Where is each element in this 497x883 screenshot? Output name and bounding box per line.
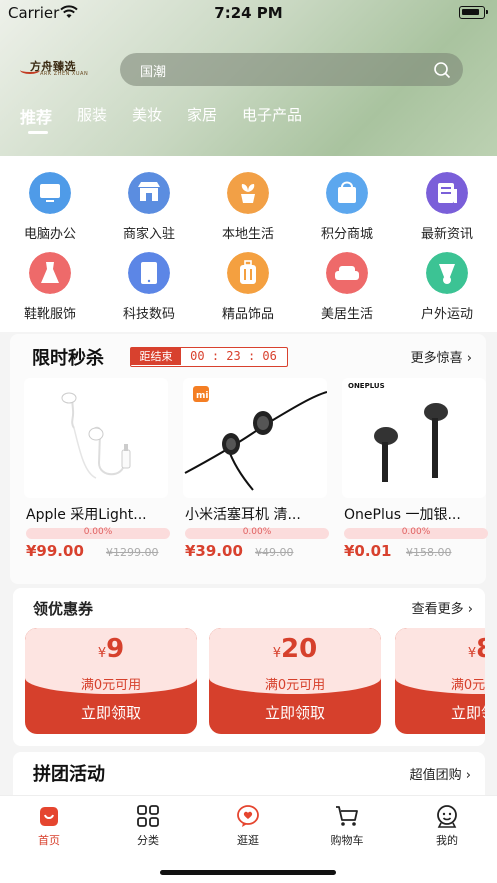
category-local-life[interactable]: 本地生活 bbox=[207, 156, 287, 242]
header: Carrier 7:24 PM 方舟臻选 ARK ZHEN XUAN 国潮 推荐… bbox=[0, 0, 497, 156]
product-card[interactable]: mi 小米活塞耳机 清... 0.00% ¥39.00 ¥49.00 bbox=[179, 378, 329, 588]
tab-recommend[interactable]: 推荐 bbox=[20, 104, 52, 128]
original-price: ¥158.00 bbox=[406, 546, 452, 559]
sale-price: ¥99.00 bbox=[26, 542, 84, 560]
coupons-title: 领优惠券 bbox=[33, 600, 94, 618]
tab-category[interactable]: 分类 bbox=[108, 802, 188, 847]
category-accessories[interactable]: 精品饰品 bbox=[207, 236, 287, 322]
sale-price: ¥0.01 bbox=[344, 542, 392, 560]
plant-icon bbox=[227, 172, 269, 214]
search-icon[interactable] bbox=[433, 61, 451, 79]
sale-progress-bar: 0.00% bbox=[344, 527, 488, 539]
sale-progress-bar: 0.00% bbox=[185, 527, 329, 539]
coupon-condition: 满0元可用 bbox=[450, 678, 485, 693]
tab-beauty[interactable]: 美妆 bbox=[132, 104, 162, 125]
claim-coupon-button[interactable]: 立即领取 bbox=[209, 702, 381, 723]
battery-icon bbox=[459, 6, 488, 19]
more-surprises-link[interactable]: 更多惊喜 › bbox=[411, 347, 472, 366]
claim-coupon-button[interactable]: 立即领取 bbox=[395, 702, 485, 723]
active-tab-indicator bbox=[28, 131, 48, 134]
coupon-condition: 满0元可用 bbox=[264, 678, 326, 693]
tab-home-page[interactable]: 首页 bbox=[9, 802, 89, 847]
tab-electronics[interactable]: 电子产品 bbox=[242, 104, 302, 125]
search-input[interactable]: 国潮 bbox=[140, 61, 166, 80]
category-computer[interactable]: 电脑办公 bbox=[9, 156, 89, 242]
monitor-icon bbox=[29, 172, 71, 214]
profile-icon bbox=[437, 805, 457, 828]
heart-chat-icon bbox=[237, 805, 259, 827]
sale-price: ¥39.00 bbox=[185, 542, 243, 560]
coupon-card[interactable]: ¥20 满0元可用 立即领取 bbox=[209, 628, 381, 734]
category-outdoor[interactable]: 户外运动 bbox=[406, 236, 486, 322]
grid-icon bbox=[137, 805, 159, 827]
category-tabs: 推荐 服装 美妆 家居 电子产品 bbox=[0, 104, 497, 134]
svg-text:mi: mi bbox=[196, 391, 208, 401]
claim-coupon-button[interactable]: 立即领取 bbox=[25, 702, 197, 723]
category-digital[interactable]: 科技数码 bbox=[108, 236, 188, 322]
cart-icon bbox=[336, 806, 358, 826]
product-name: 小米活塞耳机 清... bbox=[185, 507, 301, 523]
home-indicator bbox=[160, 870, 336, 875]
category-shoes-clothing[interactable]: 鞋靴服饰 bbox=[9, 236, 89, 322]
logo: 方舟臻选 ARK ZHEN XUAN bbox=[20, 58, 100, 80]
bag-icon bbox=[326, 172, 368, 214]
category-points-mall[interactable]: 积分商城 bbox=[306, 156, 386, 242]
svg-text:ONEPLUS: ONEPLUS bbox=[348, 382, 385, 390]
home-icon bbox=[40, 807, 58, 826]
tab-cart[interactable]: 购物车 bbox=[307, 802, 387, 847]
tab-home[interactable]: 家居 bbox=[187, 104, 217, 125]
product-image: ONEPLUS bbox=[342, 378, 486, 498]
flash-sale-section: 限时秒杀 距结束 00 : 23 : 06 更多惊喜 › Apple 采用Lig… bbox=[10, 334, 488, 584]
product-image bbox=[24, 378, 168, 498]
news-icon bbox=[426, 172, 468, 214]
view-more-coupons-link[interactable]: 查看更多 › bbox=[412, 598, 473, 617]
luggage-icon bbox=[227, 252, 269, 294]
tab-clothing[interactable]: 服装 bbox=[77, 104, 107, 125]
sale-progress-bar: 0.00% bbox=[26, 527, 170, 539]
search-bar[interactable]: 国潮 bbox=[120, 53, 463, 86]
category-grid: 电脑办公 商家入驻 本地生活 积分商城 最新资讯 鞋靴服饰 科技数码 精品饰品 … bbox=[0, 156, 497, 332]
category-merchant[interactable]: 商家入驻 bbox=[108, 156, 188, 242]
product-card[interactable]: ONEPLUS OnePlus 一加银... 0.00% ¥0.01 ¥158.… bbox=[338, 378, 488, 588]
tab-mine[interactable]: 我的 bbox=[407, 802, 487, 847]
tab-browse[interactable]: 逛逛 bbox=[208, 802, 288, 847]
product-image: mi bbox=[183, 378, 327, 498]
countdown-timer: 距结束 00 : 23 : 06 bbox=[130, 347, 288, 367]
category-home-living[interactable]: 美居生活 bbox=[306, 236, 386, 322]
sofa-icon bbox=[326, 252, 368, 294]
status-bar: Carrier 7:24 PM bbox=[0, 0, 497, 26]
original-price: ¥1299.00 bbox=[106, 546, 159, 559]
category-news[interactable]: 最新资讯 bbox=[406, 156, 486, 242]
coupon-card[interactable]: ¥8 满0元可用 立即领取 bbox=[395, 628, 485, 734]
tablet-icon bbox=[128, 252, 170, 294]
original-price: ¥49.00 bbox=[255, 546, 294, 559]
coupons-section: 领优惠券 查看更多 › ¥9 满0元可用 立即领取 ¥20 满0元可用 立即领取… bbox=[13, 588, 485, 746]
coupon-card[interactable]: ¥9 满0元可用 立即领取 bbox=[25, 628, 197, 734]
group-buy-title: 拼团活动 bbox=[33, 764, 105, 785]
product-name: OnePlus 一加银... bbox=[344, 507, 461, 523]
badminton-icon bbox=[426, 252, 468, 294]
product-name: Apple 采用Light... bbox=[26, 507, 147, 523]
product-card[interactable]: Apple 采用Light... 0.00% ¥99.00 ¥1299.00 bbox=[20, 378, 170, 588]
store-icon bbox=[128, 172, 170, 214]
clock: 7:24 PM bbox=[214, 4, 283, 22]
group-buy-more-link[interactable]: 超值团购 › bbox=[410, 764, 471, 783]
dress-icon bbox=[29, 252, 71, 294]
flash-sale-title: 限时秒杀 bbox=[32, 348, 104, 369]
coupon-condition: 满0元可用 bbox=[80, 678, 142, 693]
